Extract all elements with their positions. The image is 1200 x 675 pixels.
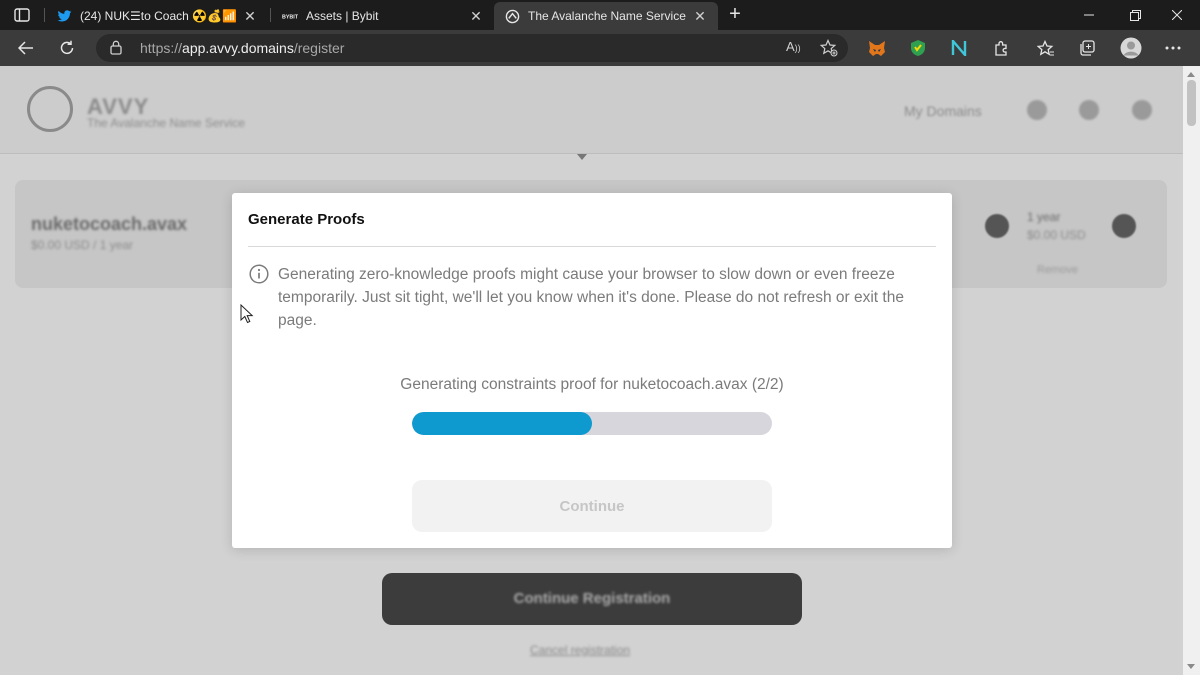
url-scheme: https:// [140, 40, 183, 56]
close-icon [1172, 10, 1182, 20]
lock-icon[interactable] [110, 40, 122, 60]
read-aloud-icon[interactable]: A)) [786, 39, 801, 54]
minimize-button[interactable] [1066, 0, 1112, 30]
svg-text:BYBIT: BYBIT [282, 15, 298, 20]
info-message: Generating zero-knowledge proofs might c… [278, 266, 904, 329]
back-arrow-icon [18, 41, 33, 55]
chevron-down-icon [577, 154, 587, 160]
close-window-button[interactable] [1154, 0, 1200, 30]
page-scrollbar[interactable] [1183, 66, 1200, 675]
progress-fill [412, 412, 592, 435]
tab-title: Assets | Bybit [306, 9, 379, 23]
account-icon[interactable] [1132, 100, 1152, 120]
tab-title: (24) NUK☰to Coach ☢️💰📶 (@l [80, 9, 236, 23]
restore-button[interactable] [1112, 0, 1158, 30]
continue-registration-button[interactable]: Continue Registration [382, 573, 802, 625]
bybit-logo-icon: BYBIT [282, 8, 298, 24]
tab-twitter[interactable]: (24) NUK☰to Coach ☢️💰📶 (@l ✕ [46, 2, 268, 30]
logo-subtitle: The Avalanche Name Service [87, 116, 245, 130]
url-host: app.avvy.domains [182, 40, 294, 56]
avvy-logo-icon[interactable] [27, 86, 73, 132]
tab-bybit[interactable]: BYBIT Assets | Bybit ✕ [272, 2, 494, 30]
site-header: AVVY The Avalanche Name Service My Domai… [0, 66, 1183, 154]
collections-icon[interactable] [1073, 34, 1101, 62]
proof-status-text: Generating constraints proof for nuketoc… [400, 376, 784, 393]
domain-price: $0.00 USD / 1 year [31, 238, 134, 252]
registration-years: 1 year [1027, 210, 1061, 224]
address-bar[interactable]: https://app.avvy.domains/register A)) [96, 34, 848, 62]
remove-domain-link[interactable]: Remove [1037, 264, 1078, 276]
decrease-years-button[interactable] [985, 214, 1009, 238]
restore-icon [1129, 9, 1141, 21]
back-button[interactable] [12, 34, 40, 62]
domain-name: nuketocoach.avax [31, 214, 188, 234]
mouse-cursor-icon [240, 303, 254, 324]
url-path: /register [293, 40, 345, 56]
tab-actions-icon [14, 8, 30, 22]
close-icon[interactable]: ✕ [468, 8, 484, 25]
proof-progress-bar [412, 412, 772, 435]
nav-my-domains[interactable]: My Domains [904, 103, 982, 119]
url-text[interactable]: https://app.avvy.domains/register [140, 40, 344, 56]
refresh-button[interactable] [53, 34, 81, 62]
modal-title: Generate Proofs [248, 211, 365, 228]
browser-toolbar: https://app.avvy.domains/register A)) [0, 30, 1200, 66]
scroll-up-icon[interactable] [1187, 72, 1195, 77]
tab-title: The Avalanche Name Service - A [528, 9, 686, 23]
divider [248, 246, 936, 247]
avvy-logo-icon [504, 8, 520, 24]
generate-proofs-modal: Generate Proofs Generating zero-knowledg… [232, 193, 952, 548]
cancel-registration-link[interactable]: Cancel registration [530, 643, 630, 657]
puzzle-icon[interactable] [987, 34, 1015, 62]
increase-years-button[interactable] [1112, 214, 1136, 238]
refresh-icon [60, 40, 74, 55]
add-favorite-icon[interactable] [819, 39, 838, 62]
twitter-bird-icon [56, 8, 72, 24]
close-icon[interactable]: ✕ [242, 8, 258, 25]
shield-extension-icon[interactable] [904, 34, 932, 62]
continue-registration-label: Continue Registration [513, 590, 671, 607]
continue-button[interactable]: Continue [412, 480, 772, 532]
info-icon [249, 264, 269, 284]
close-icon[interactable]: ✕ [692, 8, 708, 25]
metamask-icon[interactable] [863, 34, 891, 62]
scrollbar-thumb[interactable] [1187, 80, 1196, 126]
new-tab-button[interactable]: + [724, 3, 746, 27]
minimize-icon [1084, 14, 1094, 16]
tab-actions-button[interactable] [8, 5, 36, 25]
search-icon[interactable] [1027, 100, 1047, 120]
registration-cost: $0.00 USD [1027, 228, 1086, 242]
tab-strip: (24) NUK☰to Coach ☢️💰📶 (@l ✕ BYBIT Asset… [0, 0, 1200, 30]
tab-separator [44, 8, 45, 22]
tab-avvy[interactable]: The Avalanche Name Service - A ✕ [494, 2, 718, 30]
dark-mode-icon[interactable] [1079, 100, 1099, 120]
favorites-icon[interactable] [1032, 34, 1060, 62]
n-extension-icon[interactable] [945, 34, 973, 62]
tab-separator [270, 8, 271, 22]
more-options-icon[interactable] [1159, 34, 1187, 62]
scroll-down-icon[interactable] [1187, 664, 1195, 669]
profile-avatar[interactable] [1117, 34, 1145, 62]
